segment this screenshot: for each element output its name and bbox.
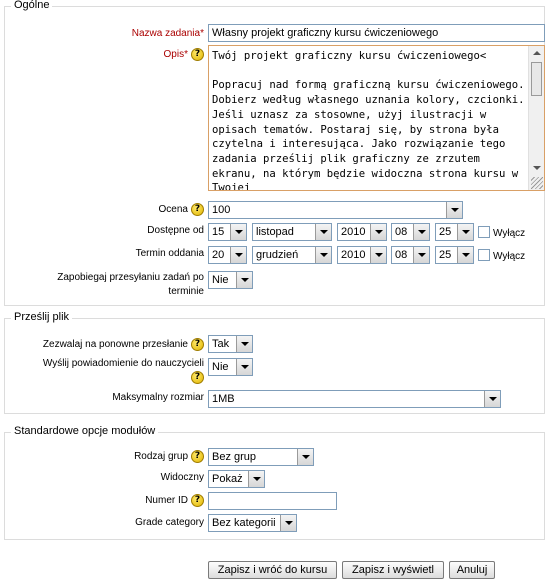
due-day-select[interactable]: 20 [208, 246, 247, 264]
resubmit-select[interactable]: Tak [208, 335, 253, 353]
task-name-label: Nazwa zadania* [131, 28, 204, 39]
prevent-late-label: Zapobiegaj przesyłaniu zadań po terminie [57, 272, 204, 297]
group-mode-label: Rodzaj grup? [134, 450, 204, 463]
chevron-down-icon [315, 224, 331, 240]
required-star-icon: * [184, 49, 188, 61]
task-name-input[interactable]: Własny projekt graficzny kursu ćwiczenio… [208, 24, 545, 42]
chevron-down-icon [413, 224, 429, 240]
chevron-down-icon [236, 336, 252, 352]
chevron-down-icon [236, 359, 252, 375]
max-size-label: Maksymalny rozmiar [112, 392, 204, 403]
grade-category-label: Grade category [135, 517, 204, 528]
chevron-down-icon [248, 471, 264, 487]
scroll-up-icon[interactable] [533, 51, 541, 55]
scroll-down-icon[interactable] [533, 166, 541, 170]
notify-teachers-label: Wyślij powiadomienie do nauczycieli ? [42, 358, 204, 384]
visible-label: Widoczny [160, 472, 204, 483]
id-number-label: Numer ID? [145, 494, 204, 507]
chevron-down-icon [370, 247, 386, 263]
due-disable-checkbox[interactable] [478, 249, 490, 261]
prevent-late-select[interactable]: Nie [208, 271, 253, 289]
description-label: Opis*? [164, 48, 204, 61]
available-month-select[interactable]: listopad [252, 223, 332, 241]
help-icon[interactable]: ? [191, 48, 204, 61]
id-number-input[interactable] [208, 492, 337, 510]
chevron-down-icon [457, 247, 473, 263]
chevron-down-icon [370, 224, 386, 240]
chevron-down-icon [484, 391, 500, 407]
help-icon[interactable]: ? [191, 494, 204, 507]
group-mode-select[interactable]: Bez grup [208, 448, 314, 466]
chevron-down-icon [446, 202, 462, 218]
help-icon[interactable]: ? [191, 371, 204, 384]
required-star-icon: * [200, 28, 204, 39]
description-textarea[interactable]: Twój projekt graficzny kursu ćwiczeniowe… [208, 45, 545, 191]
chevron-down-icon [280, 515, 296, 531]
available-disable-checkbox[interactable] [478, 226, 490, 238]
due-date-label: Termin oddania [135, 248, 204, 259]
chevron-down-icon [413, 247, 429, 263]
max-size-select[interactable]: 1MB [208, 390, 501, 408]
description-text: Twój projekt graficzny kursu ćwiczeniowe… [212, 50, 525, 191]
help-icon[interactable]: ? [191, 338, 204, 351]
available-minute-select[interactable]: 25 [435, 223, 474, 241]
chevron-down-icon [315, 247, 331, 263]
chevron-down-icon [230, 224, 246, 240]
available-from-label: Dostępne od [147, 225, 204, 236]
chevron-down-icon [457, 224, 473, 240]
chevron-down-icon [230, 247, 246, 263]
resubmit-label: Zezwalaj na ponowne przesłanie? [43, 338, 204, 351]
due-minute-select[interactable]: 25 [435, 246, 474, 264]
module-options-legend: Standardowe opcje modułów [11, 425, 159, 437]
general-legend: Ogólne [11, 0, 53, 11]
resize-grip-icon[interactable] [531, 177, 543, 189]
grade-label: Ocena? [159, 203, 204, 216]
notify-teachers-select[interactable]: Nie [208, 358, 253, 376]
grade-select[interactable]: 100 [208, 201, 463, 219]
help-icon[interactable]: ? [191, 203, 204, 216]
due-month-select[interactable]: grudzień [252, 246, 332, 264]
help-icon[interactable]: ? [191, 450, 204, 463]
grade-category-select[interactable]: Bez kategorii [208, 514, 297, 532]
scroll-thumb[interactable] [531, 62, 542, 96]
due-year-select[interactable]: 2010 [337, 246, 387, 264]
due-hour-select[interactable]: 08 [391, 246, 430, 264]
cancel-button[interactable]: Anuluj [449, 561, 495, 579]
description-scrollbar[interactable] [528, 46, 544, 190]
save-return-button[interactable]: Zapisz i wróć do kursu [208, 561, 337, 579]
save-display-button[interactable]: Zapisz i wyświetl [342, 561, 444, 579]
chevron-down-icon [236, 272, 252, 288]
visible-select[interactable]: Pokaż [208, 470, 265, 488]
available-disable-label: Wyłącz [493, 228, 526, 239]
due-disable-label: Wyłącz [493, 251, 526, 262]
available-year-select[interactable]: 2010 [337, 223, 387, 241]
chevron-down-icon [297, 449, 313, 465]
upload-legend: Prześlij plik [11, 311, 73, 323]
available-day-select[interactable]: 15 [208, 223, 247, 241]
available-hour-select[interactable]: 08 [391, 223, 430, 241]
